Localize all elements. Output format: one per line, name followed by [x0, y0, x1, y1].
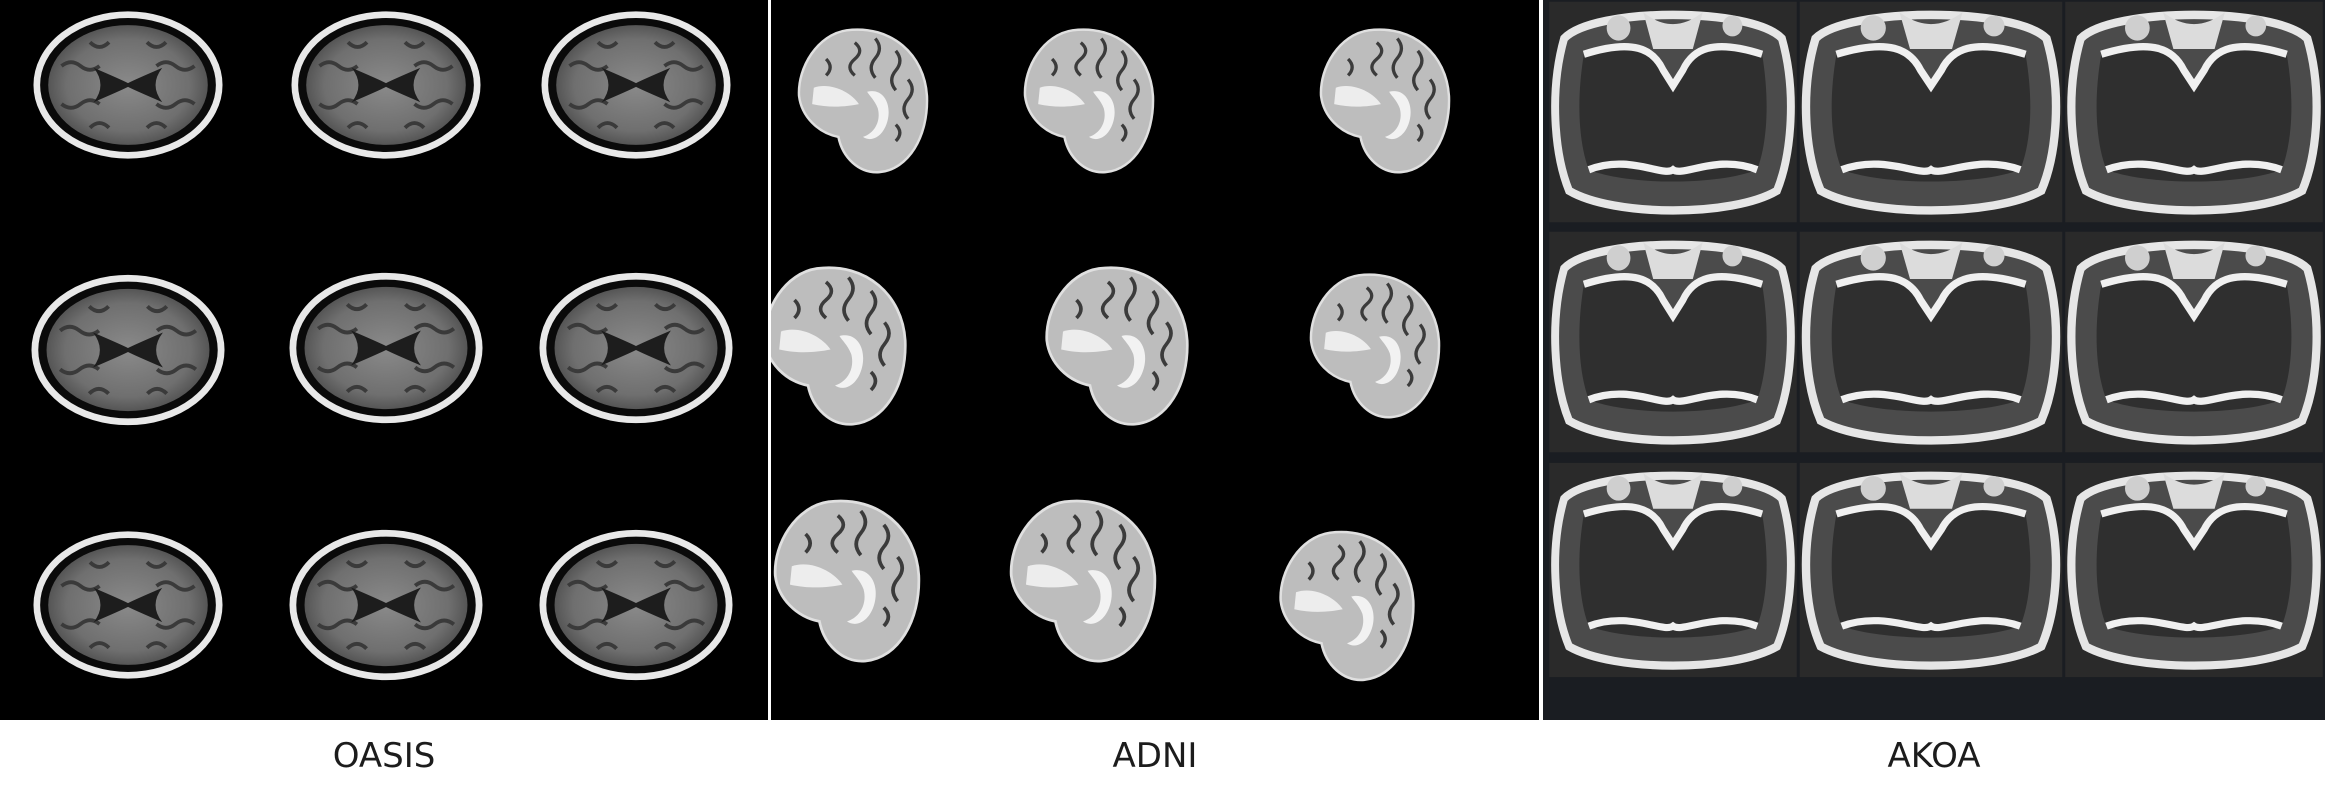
akoa-scan-r3c2 [1800, 463, 2063, 677]
akoa-image-grid [1543, 0, 2325, 720]
oasis-scan-r1c1 [37, 15, 219, 156]
oasis-scan-r3c3 [543, 533, 729, 677]
caption-adni: ADNI [1112, 736, 1198, 776]
oasis-image-panel [0, 0, 768, 720]
adni-scan-r3c2 [1009, 499, 1157, 663]
akoa-scan-r2c1 [1549, 232, 1797, 453]
oasis-scan-r3c2 [293, 533, 479, 677]
oasis-scan-r2c1 [35, 278, 221, 422]
akoa-image-panel [1543, 0, 2325, 720]
adni-scan-r1c1 [797, 27, 929, 174]
adni-scan-r1c2 [1023, 27, 1155, 174]
akoa-scan-r2c3 [2065, 232, 2323, 453]
akoa-scan-r3c1 [1549, 463, 1797, 677]
oasis-scan-r1c2 [295, 15, 477, 156]
akoa-scan-r3c3 [2065, 463, 2323, 677]
adni-scan-r1c3 [1319, 27, 1451, 174]
adni-scan-r2c1 [771, 265, 908, 427]
akoa-scan-r2c2 [1800, 232, 2063, 453]
oasis-image-grid [0, 0, 768, 720]
oasis-scan-r2c2 [293, 276, 479, 420]
adni-scan-r2c2 [1044, 265, 1190, 427]
adni-image-panel [771, 0, 1539, 720]
oasis-scan-r3c1 [37, 535, 219, 676]
akoa-scan-r1c1 [1549, 2, 1797, 223]
caption-akoa: AKOA [1887, 736, 1981, 776]
adni-scan-r3c1 [773, 499, 921, 663]
adni-image-grid [771, 27, 1451, 682]
caption-oasis: OASIS [332, 736, 436, 776]
akoa-scan-r1c3 [2065, 2, 2323, 223]
oasis-scan-r1c3 [545, 15, 727, 156]
adni-scan-r3c3 [1278, 530, 1416, 682]
oasis-scan-r2c3 [543, 276, 729, 420]
akoa-scan-r1c2 [1800, 2, 2063, 223]
adni-scan-r2c3 [1309, 272, 1441, 419]
